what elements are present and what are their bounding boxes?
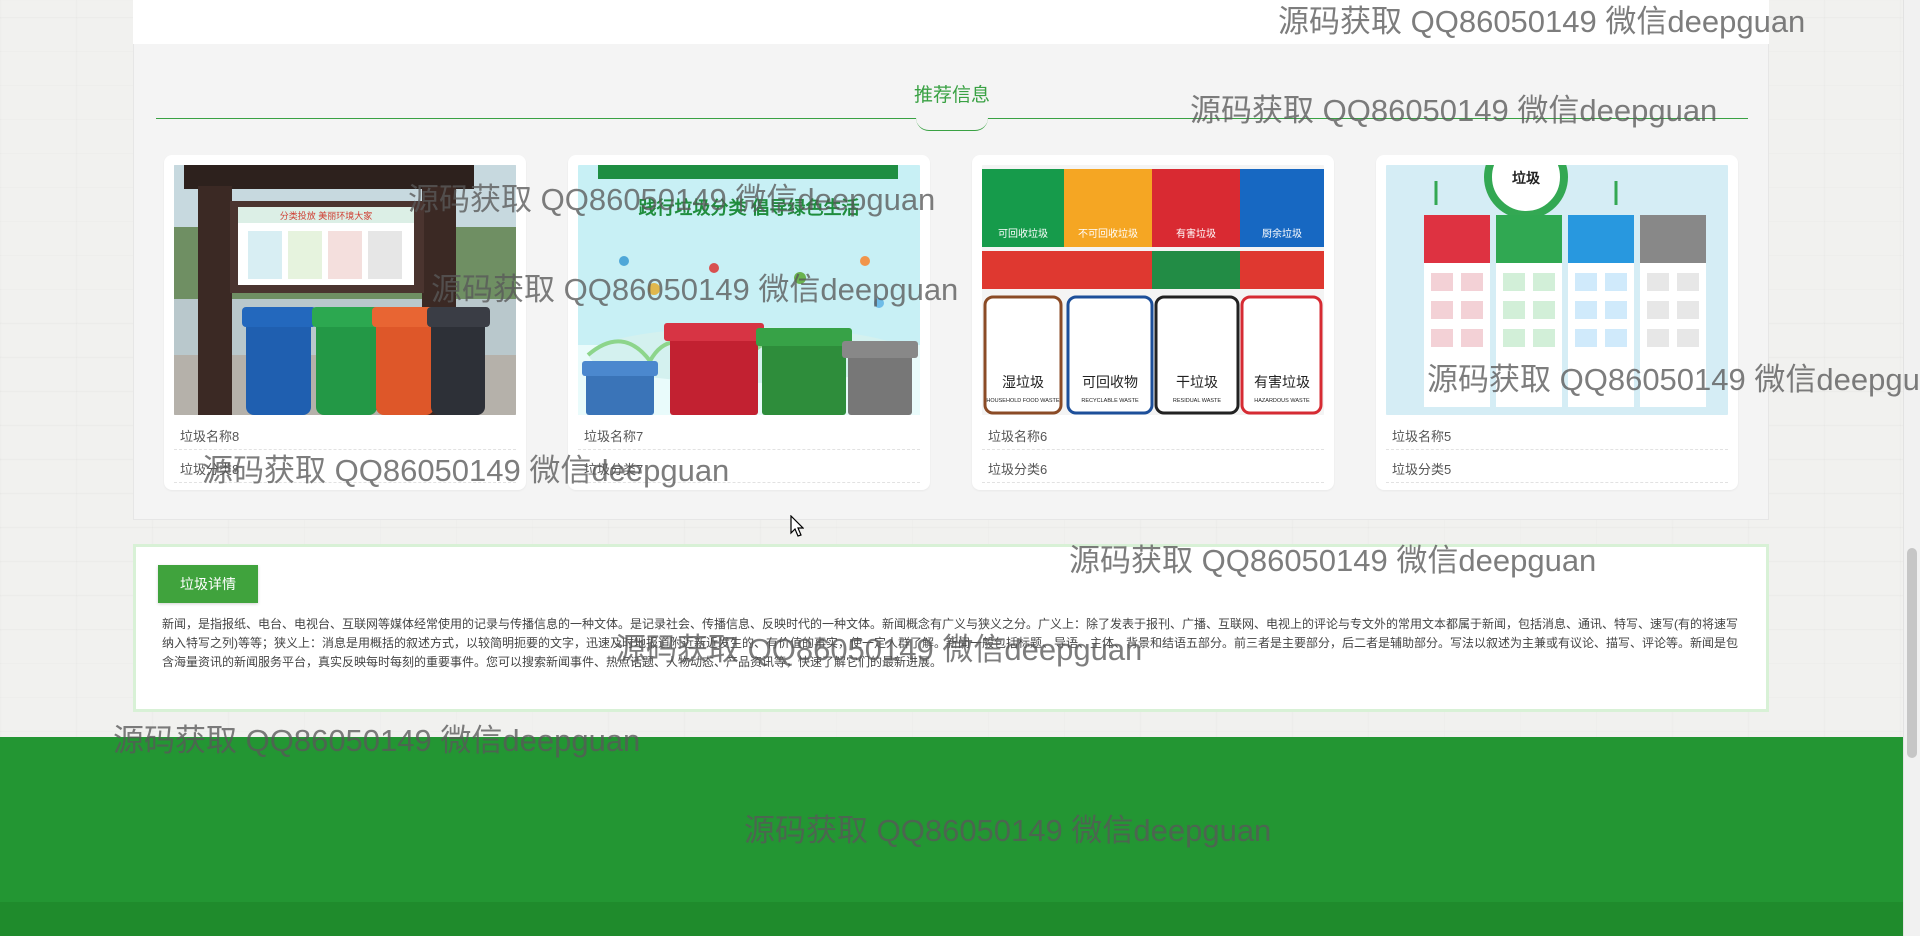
- recommend-card-list: 分类投放 美丽环境大家 垃圾名称8 垃圾分类8 践行垃圾分类 倡导绿色生活 垃圾…: [164, 155, 1744, 495]
- card-image-green-life-poster[interactable]: 践行垃圾分类 倡导绿色生活: [578, 165, 920, 415]
- card-image-waste-signs[interactable]: 可回收垃圾 不可回收垃圾 有害垃圾 厨余垃圾 湿垃圾 HOUSEHOLD FOO…: [982, 165, 1324, 415]
- waste-label-kitchen: 厨余垃圾: [1262, 227, 1302, 240]
- footer-bottom-bar: [0, 902, 1920, 936]
- recommend-section: 推荐信息 分类投放 美丽环境大家 垃圾名称8 垃圾分类8 践行垃圾分类 倡导绿色…: [133, 44, 1769, 520]
- garbage-detail-text: 新闻，是指报纸、电台、电视台、互联网等媒体经常使用的记录与传播信息的一种文体。是…: [162, 617, 1739, 669]
- card-category[interactable]: 垃圾分类8: [174, 452, 516, 483]
- waste-sign-wet-en: HOUSEHOLD FOOD WASTE: [986, 398, 1059, 404]
- card-name[interactable]: 垃圾名称8: [174, 419, 516, 450]
- sorting-chart-image: 垃圾: [1386, 165, 1728, 415]
- garbage-detail-section: 垃圾详情 新闻，是指报纸、电台、电视台、互联网等媒体经常使用的记录与传播信息的一…: [133, 544, 1769, 712]
- waste-sign-wet: 湿垃圾: [1002, 374, 1044, 390]
- top-content-strip: [133, 0, 1769, 44]
- recommend-card-3[interactable]: 可回收垃圾 不可回收垃圾 有害垃圾 厨余垃圾 湿垃圾 HOUSEHOLD FOO…: [972, 155, 1334, 490]
- card-name[interactable]: 垃圾名称7: [578, 419, 920, 450]
- waste-sign-recyclable-en: RECYCLABLE WASTE: [1081, 398, 1139, 404]
- waste-sign-recyclable: 可回收物: [1082, 374, 1138, 390]
- card-name[interactable]: 垃圾名称5: [1386, 419, 1728, 450]
- waste-signs-image: 可回收垃圾 不可回收垃圾 有害垃圾 厨余垃圾 湿垃圾 HOUSEHOLD FOO…: [982, 165, 1324, 415]
- scrollbar-thumb[interactable]: [1907, 548, 1917, 758]
- card-image-sorting-chart[interactable]: 垃圾: [1386, 165, 1728, 415]
- recommend-card-1[interactable]: 分类投放 美丽环境大家 垃圾名称8 垃圾分类8: [164, 155, 526, 490]
- card-category[interactable]: 垃圾分类5: [1386, 452, 1728, 483]
- recommend-title: 推荐信息: [913, 85, 990, 106]
- sorting-chart-title: 垃圾: [1512, 170, 1541, 186]
- green-life-poster-image: 践行垃圾分类 倡导绿色生活: [578, 165, 920, 415]
- card-category[interactable]: 垃圾分类6: [982, 452, 1324, 483]
- recommend-card-4[interactable]: 垃圾 垃圾名称5 垃圾分类5: [1376, 155, 1738, 490]
- card-category[interactable]: 垃圾分类7: [578, 452, 920, 483]
- waste-sign-dry: 干垃圾: [1176, 374, 1218, 390]
- waste-sign-hazardous: 有害垃圾: [1254, 374, 1310, 390]
- mouse-cursor-icon: [790, 515, 804, 537]
- waste-label-non-recyclable: 不可回收垃圾: [1078, 227, 1138, 240]
- waste-sign-hazardous-en: HAZARDOUS WASTE: [1254, 398, 1310, 404]
- waste-sign-dry-en: RESIDUAL WASTE: [1173, 398, 1222, 404]
- garbage-shelter-image: 分类投放 美丽环境大家: [174, 165, 516, 415]
- section-divider-arc: [916, 118, 988, 131]
- poster-title: 践行垃圾分类 倡导绿色生活: [639, 197, 860, 218]
- vertical-scrollbar[interactable]: [1903, 0, 1920, 936]
- page: 推荐信息 分类投放 美丽环境大家 垃圾名称8 垃圾分类8 践行垃圾分类 倡导绿色…: [0, 0, 1920, 936]
- card-image-garbage-shelter[interactable]: 分类投放 美丽环境大家: [174, 165, 516, 415]
- waste-label-hazardous: 有害垃圾: [1176, 227, 1216, 240]
- shelter-sign-text: 分类投放 美丽环境大家: [280, 210, 373, 221]
- garbage-detail-tab[interactable]: 垃圾详情: [158, 565, 258, 603]
- card-name[interactable]: 垃圾名称6: [982, 419, 1324, 450]
- recommend-card-2[interactable]: 践行垃圾分类 倡导绿色生活 垃圾名称7 垃圾分类7: [568, 155, 930, 490]
- waste-label-recyclable: 可回收垃圾: [998, 227, 1048, 240]
- site-footer: [0, 737, 1920, 902]
- section-header: 推荐信息: [156, 84, 1748, 131]
